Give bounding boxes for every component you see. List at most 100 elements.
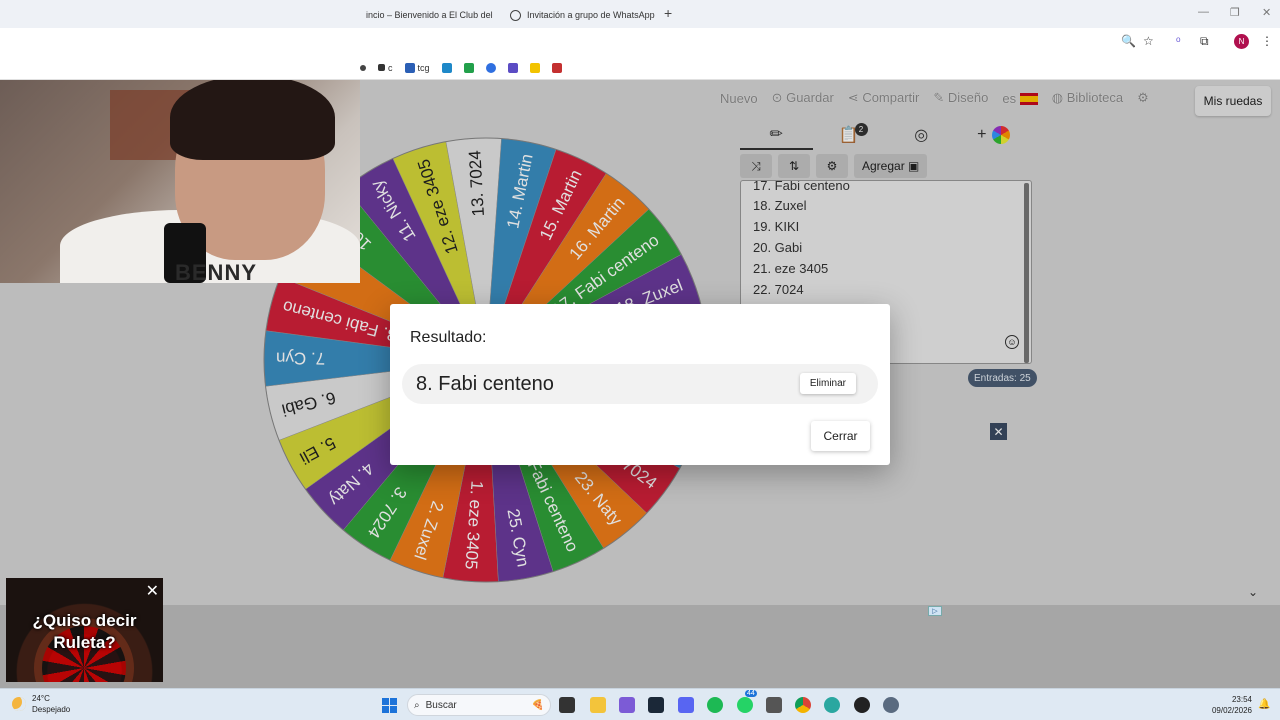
bookmark-item[interactable]	[360, 64, 366, 71]
zoom-icon[interactable]: 🔍	[1121, 34, 1136, 48]
promo-text: ¿Quiso decir Ruleta?	[6, 610, 163, 654]
new-button[interactable]: Nuevo	[720, 91, 758, 106]
file-explorer-icon[interactable]	[590, 697, 606, 713]
tab-results[interactable]: 📋 2	[813, 120, 886, 150]
library-label: Biblioteca	[1066, 90, 1124, 105]
bookmark-icon	[360, 64, 366, 71]
add-image-button[interactable]: Agregar ▣	[854, 154, 928, 178]
result-row: 8. Fabi centeno Eliminar	[402, 364, 878, 404]
bookmark-item[interactable]	[507, 62, 518, 73]
bookmark-item[interactable]	[551, 62, 562, 73]
bookmark-label: tcg	[417, 62, 430, 73]
obs-icon[interactable]	[854, 697, 870, 713]
copilot-icon[interactable]	[619, 697, 635, 713]
maximize-icon[interactable]: ❐	[1230, 6, 1240, 19]
search-icon: ⌕	[414, 699, 420, 711]
bookmark-item[interactable]: tcg	[404, 62, 430, 73]
bookmark-icon	[507, 62, 518, 73]
minimize-icon[interactable]: —	[1198, 6, 1209, 18]
settings-icon[interactable]: ⚙	[1137, 90, 1149, 106]
puzzle-icon[interactable]: ⧉	[1200, 34, 1209, 49]
globe-icon	[510, 9, 521, 21]
list-item: 21. eze 3405	[753, 261, 829, 276]
emoji-icon[interactable]: ☺	[1005, 335, 1019, 349]
entries-tools: ⤨ ⇅ ⚙ Agregar ▣	[740, 154, 928, 178]
remove-button[interactable]: Eliminar	[799, 373, 856, 394]
tab-add-wheel[interactable]: +	[958, 120, 1031, 150]
promo-overlay: ¿Quiso decir Ruleta? ✕	[6, 578, 163, 682]
task-view-icon[interactable]	[559, 697, 575, 713]
panel-tabs: ✏ 📋 2 ◎ +	[740, 120, 1030, 150]
browser-tab[interactable]: Invitación a grupo de WhatsApp ✕	[502, 4, 660, 26]
bookmark-item[interactable]: c	[378, 63, 393, 73]
extension-icon[interactable]: ᵒ	[1176, 34, 1181, 48]
lower-panel	[0, 605, 1280, 688]
menu-icon[interactable]: ⋮	[1261, 34, 1273, 48]
webcam-hair	[170, 80, 335, 160]
search-placeholder: Buscar	[425, 699, 457, 711]
weather-widget[interactable]: 24°C Despejado	[12, 693, 70, 715]
settings-app-icon[interactable]	[883, 697, 899, 713]
bookmarks-bar: c tcg	[0, 56, 1280, 80]
profile-avatar[interactable]: N	[1234, 34, 1249, 49]
webcam-shirt-text: BENNY	[175, 260, 258, 283]
system-clock[interactable]: 23:54 09/02/2026	[1206, 694, 1252, 716]
promo-line-1: ¿Quiso decir	[32, 611, 137, 630]
clock-date: 09/02/2026	[1211, 706, 1252, 715]
share-button[interactable]: ⋖ Compartir	[848, 90, 920, 106]
windows-start-icon[interactable]	[382, 698, 397, 713]
browser-tab[interactable]: incio – Bienvenido a El Club del ✕	[358, 4, 498, 26]
pizza-icon: 🍕	[531, 699, 544, 711]
save-label: Guardar	[786, 90, 834, 105]
scrollbar[interactable]	[1024, 183, 1029, 363]
bookmark-item[interactable]	[529, 62, 540, 73]
color-wheel-icon	[992, 126, 1011, 144]
taskbar-search[interactable]: ⌕ Buscar 🍕	[407, 694, 551, 716]
library-button[interactable]: ◍ Biblioteca	[1052, 90, 1123, 106]
ad-info-icon[interactable]: ▷	[928, 606, 942, 616]
sort-button[interactable]: ⇅	[778, 154, 810, 178]
tab-edit[interactable]: ✏	[740, 120, 813, 150]
bookmark-icon	[551, 62, 562, 73]
close-button[interactable]: Cerrar	[811, 421, 870, 451]
design-button[interactable]: ✎ Diseño	[933, 90, 988, 106]
whatsapp-icon[interactable]: 44	[737, 690, 757, 713]
calculator-icon[interactable]	[766, 697, 782, 713]
gear-icon: ⚙	[826, 159, 838, 173]
wheel-segment-label: 13. 7024	[465, 150, 488, 217]
steam-icon[interactable]	[648, 697, 664, 713]
spotify-icon[interactable]	[707, 697, 723, 713]
eye-slash-icon: ◎	[914, 127, 929, 144]
bookmark-item[interactable]	[485, 62, 496, 73]
moon-icon	[12, 697, 26, 711]
add-image-label: Agregar	[862, 159, 905, 173]
chevron-down-icon[interactable]: ⌄	[1248, 585, 1258, 599]
results-badge: 2	[854, 123, 868, 136]
discord-icon[interactable]	[678, 697, 694, 713]
language-selector[interactable]: es	[1002, 91, 1038, 106]
browser-tab-bar: incio – Bienvenido a El Club del ✕ Invit…	[0, 0, 1280, 28]
wheel-segment-label: 7. Cyn	[276, 349, 325, 368]
close-window-icon[interactable]: ✕	[1262, 6, 1271, 19]
chrome-icon[interactable]	[795, 697, 811, 713]
star-icon[interactable]: ☆	[1143, 34, 1154, 48]
app-toolbar: Nuevo ⊙ Guardar ⋖ Compartir ✎ Diseño es …	[720, 90, 1149, 106]
app-icon[interactable]	[824, 697, 840, 713]
new-tab-button[interactable]: +	[664, 5, 672, 21]
notification-icon[interactable]: 🔔	[1258, 699, 1270, 710]
image-icon: ▣	[908, 159, 920, 173]
bookmark-item[interactable]	[463, 62, 474, 73]
taskbar: 24°C Despejado ⌕ Buscar 🍕 44 23:54 09/02…	[0, 688, 1280, 720]
close-icon[interactable]: ✕	[146, 581, 159, 601]
address-bar: 🔍 ☆ ᵒ ⧉ ⋮	[0, 28, 1280, 56]
my-wheels-button[interactable]: Mis ruedas	[1195, 86, 1271, 116]
tab-hidden[interactable]: ◎	[885, 120, 958, 150]
ad-close-button[interactable]: ✕	[990, 423, 1007, 440]
advanced-button[interactable]: ⚙	[816, 154, 848, 178]
list-item: 20. Gabi	[753, 240, 803, 255]
bookmark-item[interactable]	[441, 62, 452, 73]
share-label: Compartir	[862, 90, 920, 105]
save-button[interactable]: ⊙ Guardar	[772, 90, 834, 106]
shuffle-button[interactable]: ⤨	[740, 154, 772, 178]
pencil-icon: ✏	[769, 126, 783, 143]
